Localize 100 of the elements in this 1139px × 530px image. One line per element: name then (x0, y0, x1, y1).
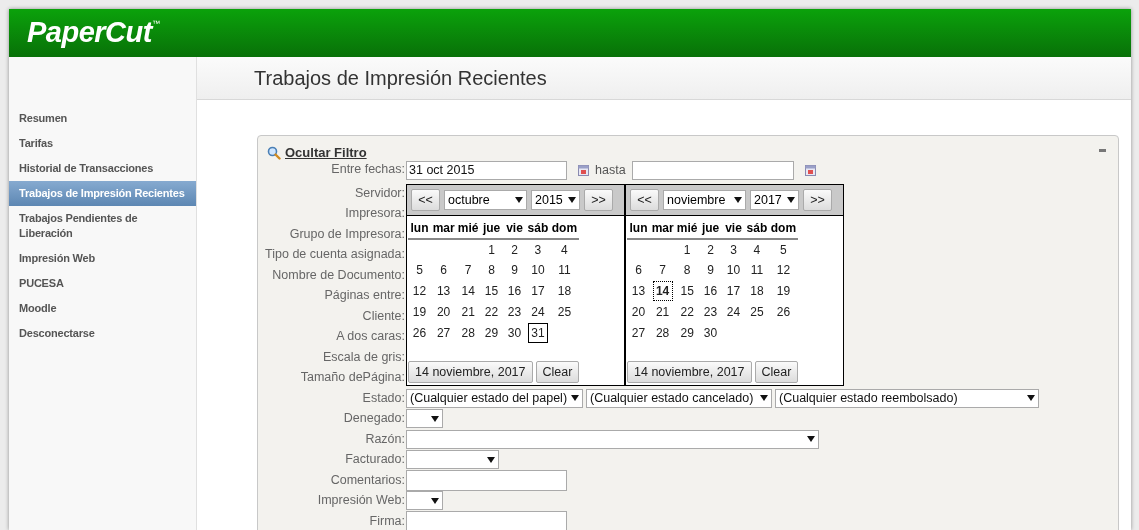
calendar-day[interactable]: 25 (554, 302, 575, 322)
calendar-day[interactable]: 26 (409, 322, 430, 343)
calendar-day[interactable]: 19 (773, 281, 794, 302)
sidebar-item[interactable]: Desconectarse (9, 321, 196, 346)
hide-filter-link[interactable]: Ocultar Filtro (285, 143, 367, 163)
calendar-day[interactable]: 21 (652, 302, 673, 322)
year-dropdown[interactable]: 2015 (531, 190, 580, 210)
month-dropdown[interactable]: noviembre (663, 190, 746, 210)
calendar-day[interactable]: 20 (433, 302, 454, 322)
calendar-day[interactable]: 8 (677, 260, 698, 281)
calendar-day[interactable]: 26 (773, 302, 794, 322)
calendar-day[interactable]: 16 (504, 281, 525, 302)
sidebar-item[interactable]: Tarifas (9, 131, 196, 156)
calendar-day[interactable]: 15 (677, 281, 698, 302)
sidebar-item[interactable]: Resumen (9, 106, 196, 131)
calendar-day[interactable]: 10 (723, 260, 744, 281)
calendar-day[interactable]: 13 (628, 281, 649, 302)
year-dropdown[interactable]: 2017 (750, 190, 799, 210)
calendar-day[interactable]: 18 (554, 281, 575, 302)
field-label: Cliente: (361, 307, 405, 325)
calendar-day[interactable]: 27 (433, 322, 454, 343)
clear-button[interactable]: Clear (535, 361, 580, 383)
caret-icon (787, 197, 795, 203)
calendar-day[interactable]: 23 (700, 302, 721, 322)
next-month-button[interactable]: >> (803, 189, 832, 211)
calendar-day[interactable]: 18 (746, 281, 767, 302)
calendar-day[interactable]: 27 (628, 322, 649, 343)
weekday-label: mar (651, 220, 674, 235)
start-date-field[interactable]: 31 oct 2015 (406, 161, 567, 180)
previous-month-button[interactable]: << (411, 189, 440, 211)
calendar-day[interactable]: 24 (527, 302, 548, 322)
calendar-day[interactable]: 16 (700, 281, 721, 302)
dropdown[interactable]: (Cualquier estado del papel) (406, 388, 583, 408)
dropdown[interactable] (406, 409, 443, 429)
calendar-day[interactable]: 1 (677, 240, 698, 260)
calendar-day[interactable]: 14 (652, 281, 673, 302)
sidebar-item[interactable]: Moodle (9, 296, 196, 321)
calendar-day[interactable]: 8 (481, 260, 502, 281)
end-date-field[interactable] (631, 161, 794, 180)
calendar-day[interactable]: 25 (746, 302, 767, 322)
sidebar-item[interactable]: Trabajos Pendientes de Liberación (9, 206, 196, 246)
input-field[interactable] (406, 510, 567, 530)
calendar-day[interactable]: 3 (527, 240, 548, 260)
calendar-day[interactable]: 19 (409, 302, 430, 322)
calendar-day[interactable]: 4 (554, 240, 575, 260)
calendar-day[interactable]: 29 (481, 322, 502, 343)
sidebar-item[interactable]: Impresión Web (9, 246, 196, 271)
month-dropdown[interactable]: octubre (444, 190, 527, 210)
today-button[interactable]: 14 noviembre, 2017 (408, 361, 533, 383)
calendar-icon[interactable] (804, 165, 816, 176)
calendar-day[interactable]: 7 (652, 260, 673, 281)
calendar-day[interactable]: 29 (677, 322, 698, 343)
calendar-day[interactable]: 1 (481, 240, 502, 260)
calendar-day[interactable]: 20 (628, 302, 649, 322)
calendar-day[interactable]: 5 (409, 260, 430, 281)
field-label: Páginas entre: (323, 287, 405, 305)
calendar-day[interactable]: 6 (433, 260, 454, 281)
calendar-day[interactable]: 30 (700, 322, 721, 343)
sidebar-item[interactable]: PUCESA (9, 271, 196, 296)
calendar-day[interactable]: 2 (700, 240, 721, 260)
calendar-day[interactable]: 9 (504, 260, 525, 281)
calendar-day[interactable]: 9 (700, 260, 721, 281)
calendar-day[interactable]: 21 (458, 302, 479, 322)
calendar-day[interactable]: 15 (481, 281, 502, 302)
sidebar-item[interactable]: Historial de Transacciones (9, 156, 196, 181)
logo[interactable]: PaperCut (27, 11, 152, 55)
calendar-day[interactable]: 17 (527, 281, 548, 302)
calendar-day[interactable]: 3 (723, 240, 744, 260)
calendar-day[interactable]: 22 (481, 302, 502, 322)
calendar-day[interactable]: 28 (458, 322, 479, 343)
calendar-day[interactable]: 12 (409, 281, 430, 302)
calendar-day[interactable]: 30 (504, 322, 525, 343)
calendar-day[interactable]: 13 (433, 281, 454, 302)
calendar-day[interactable]: 24 (723, 302, 744, 322)
dropdown[interactable]: (Cualquier estado cancelado) (586, 388, 772, 408)
calendar-day[interactable]: 22 (677, 302, 698, 322)
today-button[interactable]: 14 noviembre, 2017 (627, 361, 752, 383)
calendar-day[interactable]: 12 (773, 260, 794, 281)
next-month-button[interactable]: >> (584, 189, 613, 211)
calendar-day[interactable]: 31 (527, 322, 548, 343)
dropdown[interactable] (406, 491, 443, 511)
calendar-day[interactable]: 4 (746, 240, 767, 260)
dropdown[interactable]: (Cualquier estado reembolsado) (775, 388, 1039, 408)
caret-icon (1027, 395, 1035, 402)
calendar-day[interactable]: 7 (458, 260, 479, 281)
calendar-day[interactable]: 28 (652, 322, 673, 343)
calendar-day[interactable]: 23 (504, 302, 525, 322)
clear-button[interactable]: Clear (754, 361, 799, 383)
input-field[interactable] (406, 469, 567, 491)
calendar-day[interactable]: 2 (504, 240, 525, 260)
calendar-day[interactable]: 11 (746, 260, 767, 281)
calendar-day[interactable]: 5 (773, 240, 794, 260)
previous-month-button[interactable]: << (630, 189, 659, 211)
calendar-day[interactable]: 10 (527, 260, 548, 281)
calendar-day[interactable]: 11 (554, 260, 575, 281)
calendar-day[interactable]: 17 (723, 281, 744, 302)
calendar-day[interactable]: 6 (628, 260, 649, 281)
calendar-icon[interactable] (578, 165, 589, 176)
calendar-day[interactable]: 14 (458, 281, 479, 302)
field-label: A dos caras: (335, 328, 405, 346)
